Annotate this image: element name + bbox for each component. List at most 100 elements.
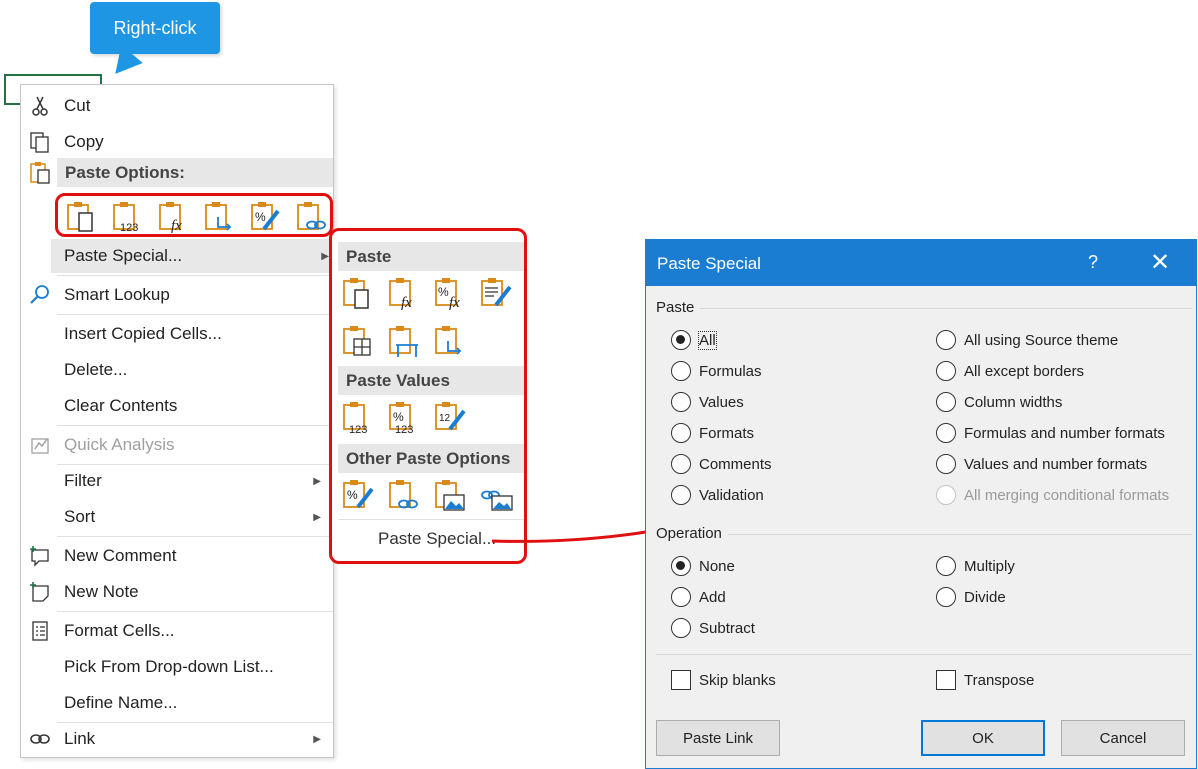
svg-text:fx: fx <box>401 295 412 311</box>
paste-keep-column-widths-icon[interactable] <box>388 325 422 359</box>
checkbox-skip-blanks[interactable]: Skip blanks <box>671 670 776 690</box>
radio-button[interactable] <box>936 361 956 381</box>
radio-paste-formulas[interactable]: Formulas <box>671 361 762 381</box>
context-menu: Cut Copy Paste Options: 123 fx % Paste S… <box>20 84 334 758</box>
paste-picture-icon[interactable] <box>434 479 468 513</box>
menu-item-link[interactable]: Link ▶ <box>21 722 333 756</box>
svg-text:fx: fx <box>449 295 460 311</box>
callout-tail <box>104 45 143 83</box>
paste-special-dialog: Paste Special ? ✕ Paste All Formulas Val… <box>645 239 1197 769</box>
radio-button[interactable] <box>671 618 691 638</box>
svg-text:123: 123 <box>395 424 413 435</box>
radio-column-widths[interactable]: Column widths <box>936 392 1062 412</box>
paste-special-submenu: Paste fx % fx Paste Values 123 % 123 12 Ot… <box>329 228 527 564</box>
radio-button[interactable] <box>671 423 691 443</box>
radio-button[interactable] <box>671 587 691 607</box>
scissors-icon <box>32 96 48 116</box>
menu-separator <box>57 314 333 315</box>
paste-keep-source-formatting-icon[interactable] <box>480 277 514 311</box>
radio-all-merging-conditional-formats[interactable]: All merging conditional formats <box>936 485 1169 505</box>
format-cells-icon <box>32 621 48 641</box>
paste-formulas-icon[interactable]: fx <box>158 201 190 233</box>
paste-icon[interactable] <box>342 277 376 311</box>
checkbox[interactable] <box>936 670 956 690</box>
paste-values-source-formatting-icon[interactable]: 12 <box>434 401 468 435</box>
radio-values-number-formats[interactable]: Values and number formats <box>936 454 1147 474</box>
radio-button[interactable] <box>671 556 691 576</box>
radio-button[interactable] <box>671 361 691 381</box>
paste-formulas-icon[interactable]: fx <box>388 277 422 311</box>
submenu-paste-special-link[interactable]: Paste Special... <box>378 529 496 549</box>
radio-button[interactable] <box>671 392 691 412</box>
svg-text:fx: fx <box>171 218 182 233</box>
menu-item-delete[interactable]: Delete... <box>21 353 333 387</box>
help-icon[interactable]: ? <box>1088 252 1098 273</box>
right-click-callout: Right-click <box>90 2 220 83</box>
radio-button[interactable] <box>671 454 691 474</box>
menu-item-define-name[interactable]: Define Name... <box>21 686 333 720</box>
paste-transpose-icon[interactable] <box>204 201 236 233</box>
radio-button[interactable] <box>936 556 956 576</box>
menu-item-quick-analysis[interactable]: Quick Analysis <box>21 428 333 462</box>
menu-item-cut[interactable]: Cut <box>21 89 333 123</box>
radio-paste-comments[interactable]: Comments <box>671 454 772 474</box>
radio-button[interactable] <box>936 587 956 607</box>
submenu-arrow-icon: ▶ <box>313 511 321 523</box>
menu-item-smart-lookup[interactable]: Smart Lookup <box>21 278 333 312</box>
close-icon[interactable]: ✕ <box>1150 248 1170 277</box>
radio-button[interactable] <box>936 485 956 505</box>
svg-text:123: 123 <box>349 424 367 435</box>
link-icon <box>30 734 50 744</box>
paste-link-icon[interactable] <box>296 201 328 233</box>
radio-paste-validation[interactable]: Validation <box>671 485 764 505</box>
paste-link-icon[interactable] <box>388 479 422 513</box>
paste-icon[interactable] <box>66 201 98 233</box>
menu-separator <box>57 536 333 537</box>
radio-op-add[interactable]: Add <box>671 587 726 607</box>
paste-transpose-icon[interactable] <box>434 325 468 359</box>
radio-all-except-borders[interactable]: All except borders <box>936 361 1084 381</box>
paste-formulas-number-format-icon[interactable]: %fx <box>434 277 468 311</box>
checkbox[interactable] <box>671 670 691 690</box>
radio-button[interactable] <box>936 392 956 412</box>
radio-all-source-theme[interactable]: All using Source theme <box>936 330 1118 350</box>
radio-paste-values[interactable]: Values <box>671 392 744 412</box>
menu-item-filter[interactable]: Filter ▶ <box>21 464 333 498</box>
submenu-header-other-paste-options: Other Paste Options <box>338 444 524 473</box>
paste-values-icon[interactable]: 123 <box>342 401 376 435</box>
paste-link-button[interactable]: Paste Link <box>656 720 780 756</box>
radio-paste-formats[interactable]: Formats <box>671 423 754 443</box>
cancel-button[interactable]: Cancel <box>1061 720 1185 756</box>
radio-paste-all[interactable]: All <box>671 330 717 350</box>
radio-button[interactable] <box>671 485 691 505</box>
radio-op-subtract[interactable]: Subtract <box>671 618 755 638</box>
ok-button[interactable]: OK <box>921 720 1045 756</box>
paste-values-number-format-icon[interactable]: %123 <box>388 401 422 435</box>
radio-button[interactable] <box>671 330 691 350</box>
menu-item-sort[interactable]: Sort ▶ <box>21 500 333 534</box>
paste-formatting-icon[interactable]: % <box>342 479 376 513</box>
paste-formatting-icon[interactable]: % <box>250 201 282 233</box>
menu-item-insert-copied-cells[interactable]: Insert Copied Cells... <box>21 317 333 351</box>
copy-icon <box>30 132 49 153</box>
menu-item-paste-special[interactable]: Paste Special... ▶ <box>51 239 331 273</box>
radio-button[interactable] <box>936 454 956 474</box>
menu-item-clear-contents[interactable]: Clear Contents <box>21 389 333 423</box>
radio-op-multiply[interactable]: Multiply <box>936 556 1015 576</box>
radio-op-divide[interactable]: Divide <box>936 587 1006 607</box>
submenu-arrow-icon: ▶ <box>321 250 329 262</box>
radio-button[interactable] <box>936 330 956 350</box>
menu-item-new-note[interactable]: New Note <box>21 575 333 609</box>
radio-formulas-number-formats[interactable]: Formulas and number formats <box>936 423 1165 443</box>
paste-linked-picture-icon[interactable] <box>480 479 514 513</box>
menu-item-format-cells[interactable]: Format Cells... <box>21 614 333 648</box>
paste-no-borders-icon[interactable] <box>342 325 376 359</box>
quick-analysis-icon <box>31 438 49 454</box>
checkbox-transpose[interactable]: Transpose <box>936 670 1034 690</box>
paste-values-icon[interactable]: 123 <box>112 201 144 233</box>
radio-op-none[interactable]: None <box>671 556 735 576</box>
menu-item-new-comment[interactable]: New Comment <box>21 539 333 573</box>
radio-button[interactable] <box>936 423 956 443</box>
menu-item-pick-from-list[interactable]: Pick From Drop-down List... <box>21 650 333 684</box>
menu-item-copy[interactable]: Copy <box>21 125 333 159</box>
